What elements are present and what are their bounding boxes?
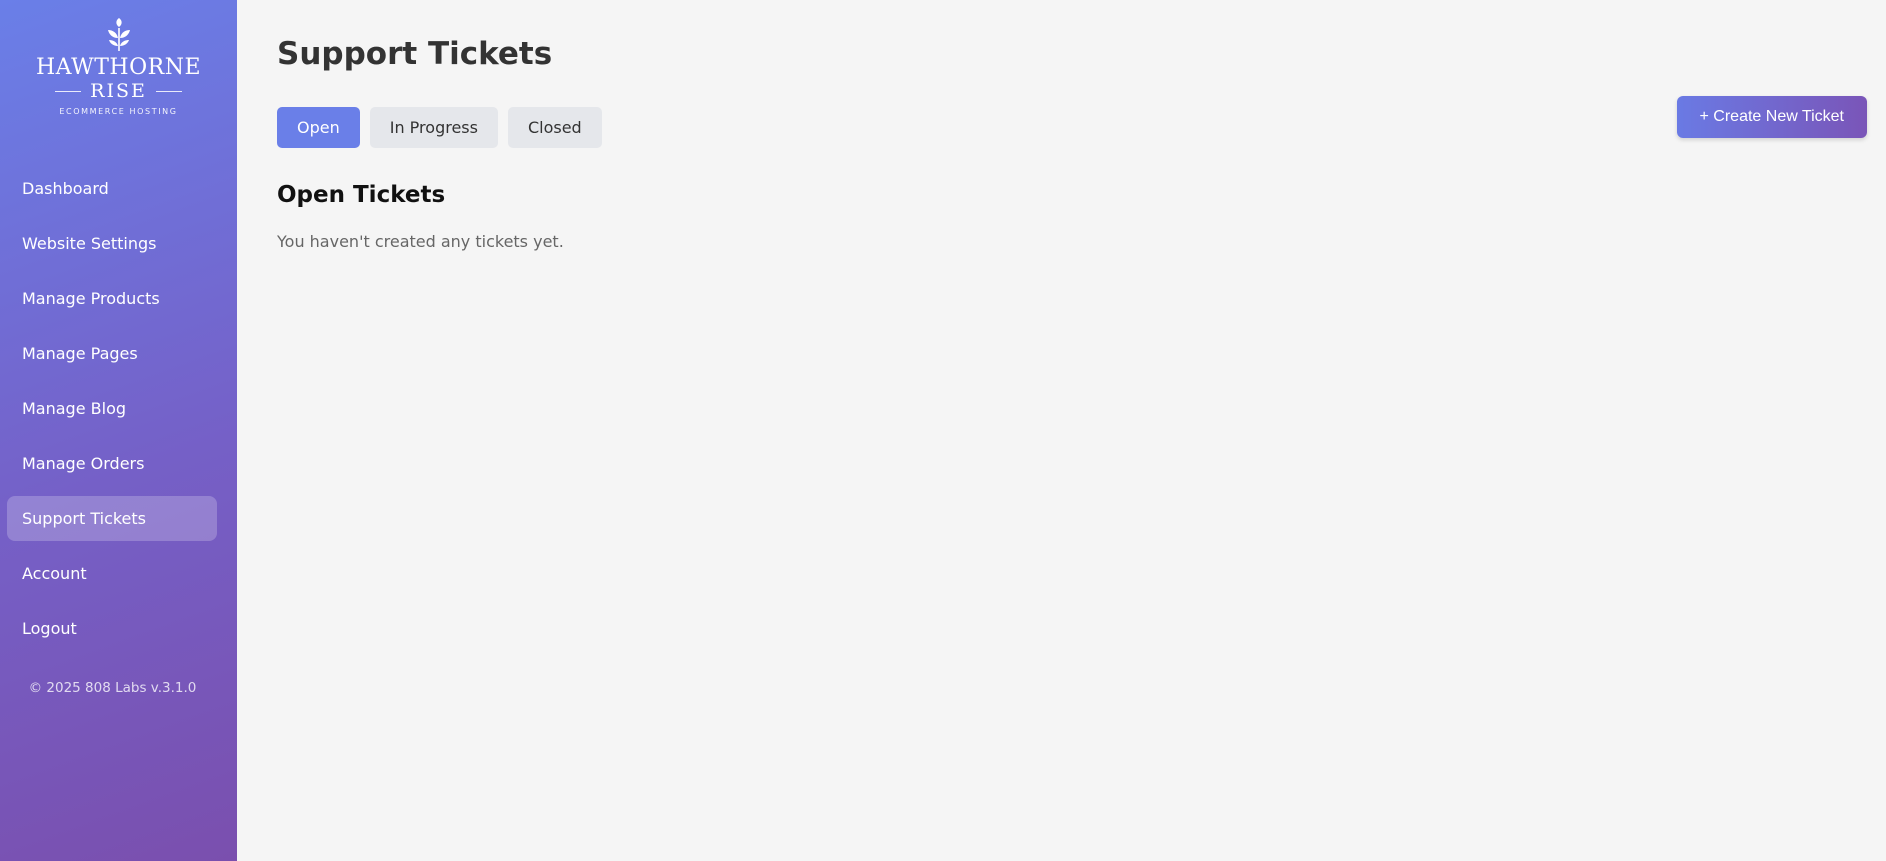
create-new-ticket-button[interactable]: + Create New Ticket (1676, 96, 1867, 138)
main-content: Support Tickets Open In Progress Closed … (237, 0, 1886, 861)
leaf-sprig-icon (107, 18, 130, 51)
sidebar-item-label: Support Tickets (22, 509, 147, 528)
brand-rule-right (155, 90, 182, 92)
sidebar-item-label: Manage Products (22, 289, 160, 308)
sidebar-item-label: Manage Orders (22, 454, 145, 473)
sidebar-item-label: Manage Pages (22, 344, 138, 363)
tab-closed[interactable]: Closed (507, 107, 602, 148)
sidebar-item-label: Website Settings (22, 234, 157, 253)
sidebar-nav: Dashboard Website Settings Manage Produc… (7, 166, 217, 661)
sidebar-item-label: Account (22, 564, 87, 583)
sidebar-item-manage-blog[interactable]: Manage Blog (7, 386, 217, 431)
sidebar-item-logout[interactable]: Logout (7, 606, 217, 651)
sidebar-footer-version: © 2025 808 Labs v.3.1.0 (28, 680, 197, 696)
tab-in-progress[interactable]: In Progress (369, 107, 498, 148)
empty-state-message: You haven't created any tickets yet. (277, 232, 564, 251)
brand-logo[interactable]: HAWTHORNE RISE ECOMMERCE HOSTING (0, 18, 237, 116)
tab-open[interactable]: Open (277, 107, 360, 148)
brand-rule-left (55, 90, 82, 92)
brand-tagline: ECOMMERCE HOSTING (59, 107, 178, 116)
brand-name-line2: RISE (90, 80, 147, 102)
app-root: HAWTHORNE RISE ECOMMERCE HOSTING Dashboa… (0, 0, 1886, 861)
sidebar-item-label: Manage Blog (22, 399, 127, 418)
sidebar-item-website-settings[interactable]: Website Settings (7, 221, 217, 266)
section-title: Open Tickets (277, 182, 446, 208)
sidebar-item-manage-pages[interactable]: Manage Pages (7, 331, 217, 376)
page-title: Support Tickets (277, 36, 553, 72)
sidebar-item-support-tickets[interactable]: Support Tickets (7, 496, 217, 541)
sidebar-item-dashboard[interactable]: Dashboard (7, 166, 217, 211)
sidebar-item-manage-products[interactable]: Manage Products (7, 276, 217, 321)
sidebar: HAWTHORNE RISE ECOMMERCE HOSTING Dashboa… (0, 0, 237, 861)
brand-name-line2-row: RISE (0, 80, 237, 102)
sidebar-item-manage-orders[interactable]: Manage Orders (7, 441, 217, 486)
sidebar-item-label: Dashboard (22, 179, 109, 198)
ticket-status-tabs: Open In Progress Closed (277, 107, 602, 148)
brand-name-line1: HAWTHORNE (35, 55, 202, 80)
sidebar-item-account[interactable]: Account (7, 551, 217, 596)
sidebar-item-label: Logout (22, 619, 77, 638)
